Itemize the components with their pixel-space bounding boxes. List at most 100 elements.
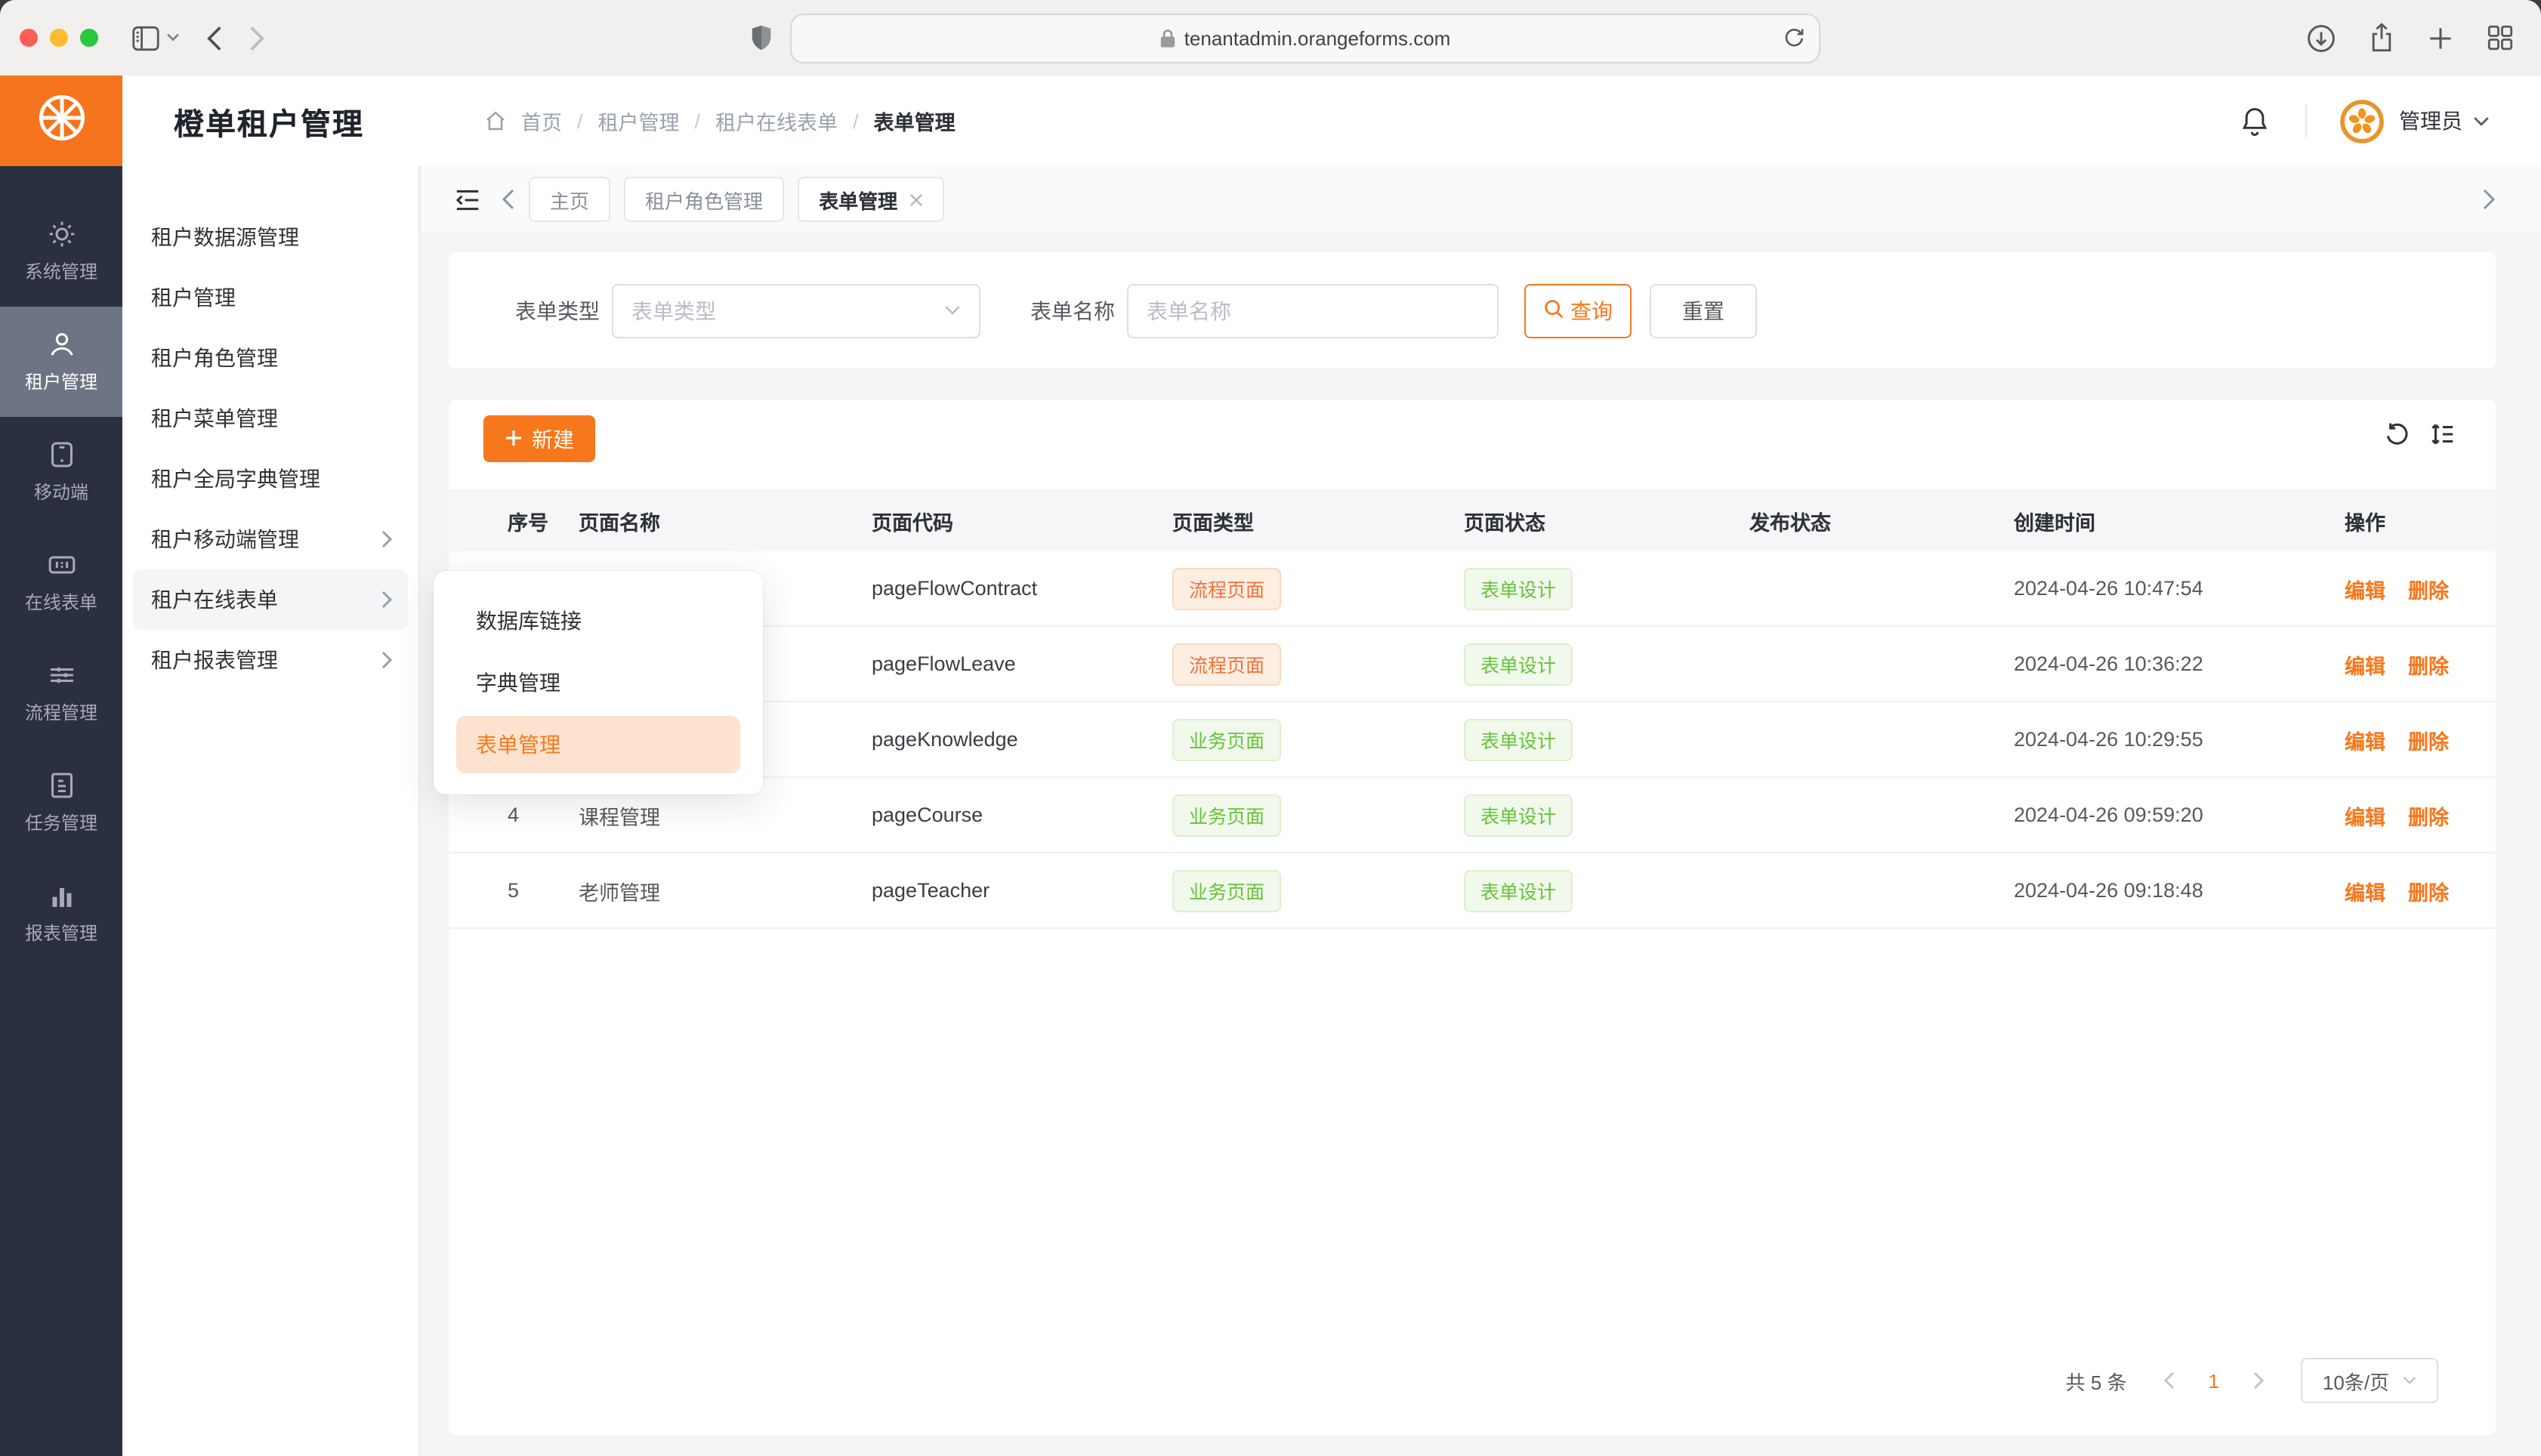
- back-button[interactable]: [207, 25, 222, 51]
- sidebar-item-label: 在线表单: [25, 589, 97, 615]
- submenu-item-mobile-mgmt[interactable]: 租户移动端管理: [133, 509, 408, 569]
- sidebar-item-report[interactable]: 报表管理: [0, 858, 122, 968]
- edit-link[interactable]: 编辑: [2345, 875, 2385, 905]
- delete-link[interactable]: 删除: [2408, 800, 2449, 830]
- submenu-item-datasource[interactable]: 租户数据源管理: [133, 207, 408, 267]
- page-status-badge: 表单设计: [1464, 869, 1573, 912]
- edit-link[interactable]: 编辑: [2345, 724, 2385, 754]
- safari-sidebar-icon[interactable]: [131, 25, 160, 51]
- flyout-item-label: 数据库链接: [476, 606, 582, 636]
- tab-overview-icon[interactable]: [2487, 24, 2514, 51]
- sidebar-item-online-form[interactable]: 在线表单: [0, 527, 122, 637]
- sidebar-item-label: 流程管理: [25, 699, 97, 725]
- sidebar-chevron-down-icon[interactable]: [166, 33, 180, 42]
- cell-page-code: pageTeacher: [872, 879, 1172, 902]
- breadcrumb-home[interactable]: 首页: [521, 106, 562, 136]
- close-window-button[interactable]: [20, 29, 38, 47]
- cell-page-code: pageCourse: [872, 804, 1172, 826]
- url-text: tenantadmin.orangeforms.com: [1184, 26, 1451, 49]
- edit-link[interactable]: 编辑: [2345, 800, 2385, 830]
- user-chevron-down-icon[interactable]: [2473, 116, 2490, 126]
- delete-link[interactable]: 删除: [2408, 724, 2449, 754]
- delete-link[interactable]: 删除: [2408, 875, 2449, 905]
- submenu-item-tenant[interactable]: 租户管理: [133, 267, 408, 328]
- cell-created-time: 2024-04-26 10:47:54: [2014, 577, 2345, 600]
- plus-icon: [505, 427, 523, 451]
- flyout-item-dict[interactable]: 字典管理: [456, 654, 740, 711]
- sidebar-item-mobile[interactable]: 移动端: [0, 417, 122, 527]
- breadcrumb-current: 表单管理: [874, 106, 956, 136]
- cell-created-time: 2024-04-26 10:36:22: [2014, 652, 2345, 675]
- submenu-item-online-form[interactable]: 租户在线表单: [133, 569, 408, 630]
- delete-link[interactable]: 删除: [2408, 649, 2449, 679]
- breadcrumb-item[interactable]: 租户管理: [598, 106, 680, 136]
- edit-link[interactable]: 编辑: [2345, 573, 2385, 603]
- flyout-item-db-link[interactable]: 数据库链接: [456, 592, 740, 649]
- forward-button[interactable]: [249, 25, 264, 51]
- avatar[interactable]: [2340, 99, 2384, 143]
- reload-icon[interactable]: [1784, 27, 1804, 48]
- submenu-item-menu[interactable]: 租户菜单管理: [133, 388, 408, 449]
- refresh-icon[interactable]: [2384, 421, 2410, 447]
- chevron-right-icon: [381, 530, 393, 548]
- collapse-menu-icon[interactable]: [455, 188, 480, 211]
- sidebar-item-task[interactable]: 任务管理: [0, 748, 122, 858]
- tab-tenant-role[interactable]: 租户角色管理: [624, 177, 784, 222]
- zoom-window-button[interactable]: [80, 29, 98, 47]
- header-divider: [2305, 104, 2307, 137]
- prev-page-icon[interactable]: [2163, 1371, 2175, 1390]
- delete-link[interactable]: 删除: [2408, 573, 2449, 603]
- share-icon[interactable]: [2369, 23, 2394, 53]
- col-header-actions: 操作: [2345, 505, 2496, 535]
- search-button[interactable]: 查询: [1524, 283, 1632, 338]
- url-bar[interactable]: tenantadmin.orangeforms.com: [790, 13, 1820, 63]
- col-header-page-code: 页面代码: [872, 505, 1172, 535]
- flyout-item-label: 字典管理: [476, 668, 560, 698]
- edit-link[interactable]: 编辑: [2345, 649, 2385, 679]
- minimize-window-button[interactable]: [50, 29, 68, 47]
- tab-home[interactable]: 主页: [529, 177, 610, 222]
- submenu-item-dict[interactable]: 租户全局字典管理: [133, 449, 408, 509]
- tab-form-mgmt[interactable]: 表单管理: [798, 177, 944, 222]
- tab-scroll-right-icon[interactable]: [2482, 189, 2496, 210]
- row-density-icon[interactable]: [2429, 421, 2455, 447]
- new-tab-icon[interactable]: [2428, 25, 2453, 51]
- page-status-badge: 表单设计: [1464, 794, 1573, 836]
- downloads-icon[interactable]: [2307, 23, 2336, 52]
- col-header-page-name: 页面名称: [579, 505, 872, 535]
- user-name[interactable]: 管理员: [2399, 106, 2462, 136]
- submenu-item-role[interactable]: 租户角色管理: [133, 328, 408, 388]
- filter-panel: 表单类型 表单类型 表单名称 查询 重置: [449, 252, 2496, 369]
- tab-close-icon[interactable]: [909, 193, 923, 206]
- sidebar-item-workflow[interactable]: 流程管理: [0, 637, 122, 748]
- create-button[interactable]: 新建: [483, 415, 595, 462]
- home-icon: [485, 110, 506, 131]
- submenu-item-report-mgmt[interactable]: 租户报表管理: [133, 630, 408, 690]
- sidebar-item-label: 报表管理: [25, 920, 97, 945]
- sidebar-item-system[interactable]: 系统管理: [0, 196, 122, 307]
- privacy-shield-icon[interactable]: [751, 24, 772, 51]
- page-size-select[interactable]: 10条/页: [2301, 1358, 2438, 1403]
- toggle-knob: [1722, 742, 1746, 767]
- mobile-icon: [46, 440, 76, 470]
- flyout-item-form-mgmt[interactable]: 表单管理: [456, 716, 740, 773]
- breadcrumb-item[interactable]: 租户在线表单: [715, 106, 838, 136]
- sidebar-item-tenant[interactable]: 租户管理: [0, 307, 122, 417]
- form-name-input[interactable]: [1128, 285, 1497, 336]
- cell-created-time: 2024-04-26 09:18:48: [2014, 879, 2345, 902]
- form-type-select[interactable]: 表单类型: [612, 283, 980, 338]
- user-icon: [46, 329, 76, 359]
- app-logo[interactable]: [0, 76, 122, 166]
- flyout-item-label: 表单管理: [476, 730, 560, 760]
- notification-bell-icon[interactable]: [2240, 105, 2269, 137]
- tab-scroll-left-icon[interactable]: [502, 189, 515, 210]
- search-icon: [1543, 298, 1563, 322]
- page-size-value: 10条/页: [2323, 1366, 2389, 1395]
- form-type-placeholder: 表单类型: [631, 295, 716, 325]
- reset-button[interactable]: 重置: [1650, 283, 1757, 338]
- table-header-row: 序号 页面名称 页面代码 页面类型 页面状态 发布状态 创建时间 操作: [449, 489, 2496, 551]
- current-page[interactable]: 1: [2209, 1369, 2219, 1392]
- submenu-item-label: 租户角色管理: [151, 343, 278, 373]
- next-page-icon[interactable]: [2252, 1371, 2265, 1390]
- toggle-knob: [1722, 818, 1746, 842]
